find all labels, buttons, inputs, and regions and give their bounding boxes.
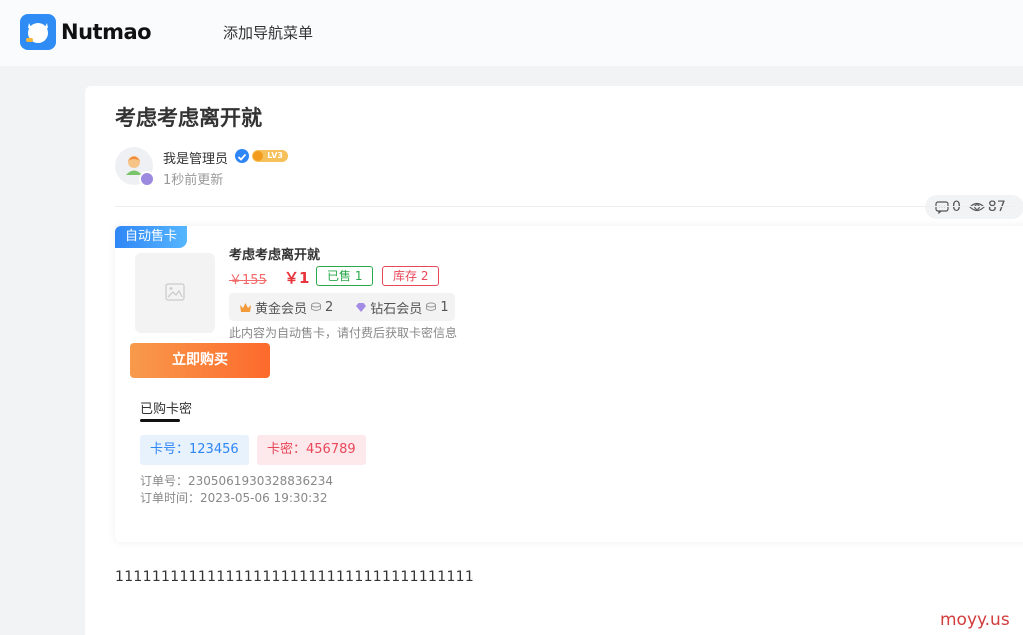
coin-icon	[311, 302, 322, 311]
post-title: 考虑考虑离开就	[115, 106, 262, 130]
gold-member-price: 黄金会员 2	[239, 298, 333, 317]
card-number[interactable]: 卡号：123456	[140, 435, 249, 465]
diamond-icon	[356, 302, 367, 312]
eye-icon	[969, 202, 985, 212]
view-count: 87	[969, 199, 1006, 215]
product-title: 考虑考虑离开就	[229, 248, 321, 263]
avatar[interactable]	[115, 147, 155, 187]
comment-count-value: 0	[952, 199, 961, 215]
divider	[115, 206, 1015, 207]
nav-add-menu[interactable]: 添加导航菜单	[223, 22, 313, 43]
logo-icon	[20, 14, 56, 50]
auto-sell-notice: 此内容为自动售卡，请付费后获取卡密信息	[229, 326, 458, 340]
sold-count-badge: 已售 1	[316, 266, 374, 286]
order-number: 订单号：2305061930328836234	[140, 474, 334, 488]
diamond-member-label: 钻石会员	[370, 301, 423, 317]
stock-count-badge: 库存 2	[382, 266, 440, 286]
original-price: ￥155	[229, 273, 267, 288]
comment-icon	[935, 201, 949, 214]
member-prices: 黄金会员 2 钻石会员 1	[229, 293, 455, 321]
diamond-member-value: 1	[440, 299, 449, 315]
coin-icon	[426, 302, 437, 311]
watermark: moyy.us	[940, 610, 1010, 630]
diamond-member-price: 钻石会员 1	[355, 298, 449, 317]
view-count-value: 87	[987, 199, 1006, 215]
buy-now-button[interactable]: 立即购买	[130, 343, 270, 378]
verified-icon	[235, 149, 249, 163]
post-body: 111111111111111111111111111111111111111	[115, 569, 475, 585]
author-name[interactable]: 我是管理员	[163, 148, 228, 167]
gold-member-value: 2	[325, 299, 334, 315]
top-header: Nutmao 添加导航菜单	[0, 0, 1023, 66]
post-card: 考虑考虑离开就 我是管理员 LV3 1秒前更新 0 87 自动售卡 考虑考虑离开…	[85, 86, 1023, 635]
comment-count[interactable]: 0	[935, 199, 961, 215]
auto-sell-tag: 自动售卡	[115, 226, 187, 248]
gold-member-label: 黄金会员	[255, 301, 308, 317]
vip-badge-icon	[139, 171, 155, 187]
product-box: 自动售卡 考虑考虑离开就 ￥155 ￥1 已售 1 库存 2 黄金会员 2 钻石…	[115, 226, 1023, 542]
card-password[interactable]: 卡密：456789	[257, 435, 366, 465]
tab-active-indicator	[140, 419, 180, 422]
tab-purchased-cards[interactable]: 已购卡密	[140, 398, 192, 417]
order-time: 订单时间：2023-05-06 19:30:32	[140, 491, 328, 505]
site-logo[interactable]: Nutmao	[20, 14, 152, 50]
update-time: 1秒前更新	[163, 173, 224, 188]
level-badge: LV3	[252, 150, 288, 162]
image-placeholder-icon	[165, 283, 185, 301]
current-price: ￥1	[284, 269, 310, 287]
logo-text: Nutmao	[61, 20, 152, 44]
product-thumbnail[interactable]	[135, 253, 215, 333]
crown-icon	[240, 302, 251, 312]
post-stats: 0 87	[925, 195, 1023, 219]
